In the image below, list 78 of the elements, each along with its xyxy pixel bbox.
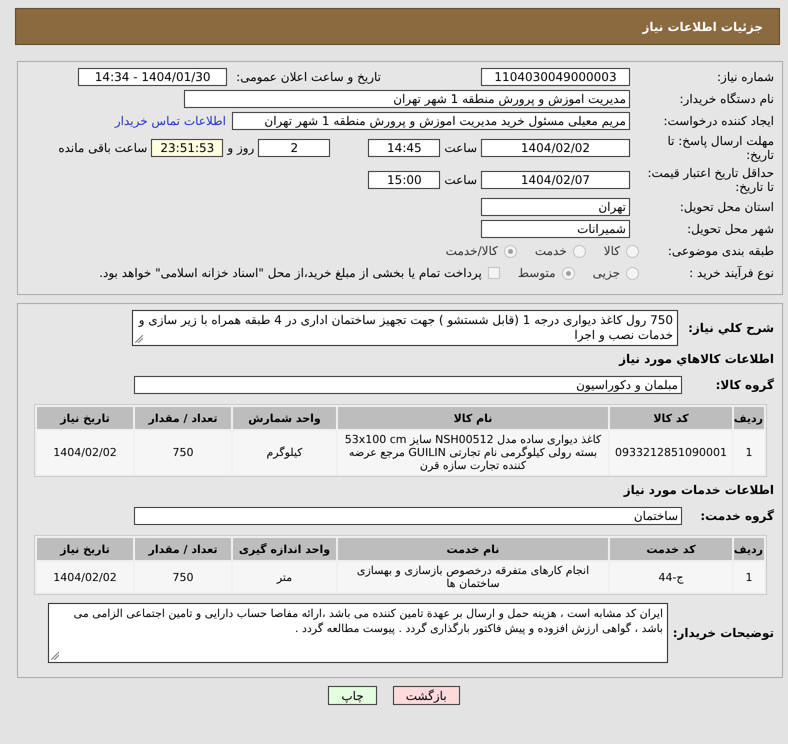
field-label: گروه خدمت: [699, 509, 774, 523]
buyer-notes-field[interactable]: ایران کد مشابه است ، هزینه حمل و ارسال بر عهدة تامین کننده می باشد ،ارائه مفاصا حساب دارایی و تامین اجتماعی الزامی می باشد ، گواهی ارزش افزوده و پیش فاکتور بارگذاری گردد . پیوست مطالعه گردد . [48, 603, 668, 663]
page-header: جزئیات اطلاعات نیاز [15, 8, 780, 45]
description-field[interactable]: 750 رول کاغذ دیواری درجه 1 (قابل شستشو ) جهت تجهیز ساختمان اداری در 4 طبقه همراه با زیر سازی و خدمات نصب و اجرا [132, 310, 678, 346]
column-header: کد خدمت [610, 538, 732, 560]
field-label: گروه کالا: [714, 378, 774, 392]
field-label: ساعت باقی مانده [58, 141, 148, 155]
radio-button[interactable] [572, 244, 586, 258]
buyer-org-field: مدیریت اموزش و پرورش منطقه 1 شهر تهران [184, 90, 630, 108]
city-field: شمیرانات [481, 220, 630, 238]
option-label: پرداخت تمام یا بخشی از مبلغ خرید،از محل "اسناد خزانه اسلامی" خواهد بود. [99, 266, 482, 280]
table-cell: 750 [135, 562, 231, 592]
field-label: طبقه بندی موضوعی: [666, 244, 774, 258]
option-label: جزیی [592, 266, 620, 280]
option-label: خدمت [534, 244, 567, 258]
column-header: تاریخ نیاز [37, 538, 133, 560]
column-header: تعداد / مقدار [135, 538, 231, 560]
radio-button[interactable] [504, 244, 517, 258]
goods-group-field: مبلمان و دکوراسیون [134, 376, 682, 394]
column-header: ردیف [734, 538, 764, 560]
remaining-time-field: 23:51:53 [151, 139, 224, 157]
column-header: تاریخ نیاز [37, 407, 133, 429]
table-cell: 0933212851090001 [610, 431, 732, 474]
field-label: روز و [227, 141, 254, 155]
field-label: ایجاد کننده درخواست: [662, 114, 774, 128]
need-number-field: 1104030049000003 [481, 68, 630, 86]
buyer-contact-link[interactable]: اطلاعات تماس خریدار [114, 114, 226, 128]
province-field: تهران [481, 198, 630, 216]
option-label: متوسط [518, 266, 556, 280]
radio-button[interactable] [626, 244, 639, 258]
field-label: استان محل تحویل: [678, 200, 774, 214]
checkbox[interactable] [488, 267, 500, 279]
field-label: ساعت [444, 173, 477, 187]
validity-date-field: 1404/02/07 [481, 171, 630, 189]
table-cell: کیلوگرم [233, 431, 336, 474]
field-label: نام دستگاه خریدار: [678, 92, 774, 106]
table-cell: متر [233, 562, 336, 592]
validity-time-field: 15:00 [368, 171, 440, 189]
section-title: اطلاعات خدمات مورد نیاز [622, 483, 774, 497]
field-label: مهلت ارسال پاسخ: تا تاریخ: [666, 134, 774, 162]
column-header: واحد شمارش [233, 407, 336, 429]
field-label: شرح كلي نياز: [687, 321, 774, 335]
option-label: کالا/خدمت [446, 244, 498, 258]
table-cell: ج-44 [610, 562, 732, 592]
field-label: تاریخ و ساعت اعلان عمومی: [236, 70, 381, 84]
field-label: حداقل تاریخ اعتبار قیمت: تا تاریخ: [646, 166, 774, 194]
table-cell: انجام کارهای متفرقه درخصوص بازسازی و بهسازی ساختمان ها [338, 562, 608, 592]
column-header: واحد اندازه گیری [233, 538, 336, 560]
service-group-field: ساختمان [134, 507, 682, 525]
table-cell: کاغذ دیواری ساده مدل NSH00512 سایز 53x100 cm بسته رولی کیلوگرمی نام تجارتی GUILIN مرجع عرضه کننده تجارت سازه قرن [338, 431, 608, 474]
section-title: اطلاعات كالاهاي مورد نياز [618, 352, 774, 366]
option-label: کالا [604, 244, 620, 258]
table-cell: 750 [135, 431, 231, 474]
deadline-date-field: 1404/02/02 [481, 139, 630, 157]
resize-grip-icon[interactable] [135, 335, 143, 343]
table-cell: 1404/02/02 [37, 562, 133, 592]
print-button[interactable]: چاپ [328, 686, 377, 705]
column-header: نام خدمت [338, 538, 608, 560]
resize-grip-icon[interactable] [51, 652, 59, 660]
radio-button[interactable] [562, 266, 575, 280]
field-label: ساعت [444, 141, 477, 155]
deadline-time-field: 14:45 [368, 139, 440, 157]
requester-field: مریم معیلی مسئول خرید مدیریت اموزش و پرورش منطقه 1 شهر تهران [232, 112, 630, 130]
announce-date-field: 1404/01/30 - 14:34 [78, 68, 228, 86]
table-cell: 1404/02/02 [37, 431, 133, 474]
days-field: 2 [258, 139, 330, 157]
column-header: کد کالا [610, 407, 732, 429]
field-label: شهر محل تحویل: [686, 222, 774, 236]
column-header: تعداد / مقدار [135, 407, 231, 429]
radio-button[interactable] [626, 266, 639, 280]
table-cell: 1 [734, 431, 764, 474]
field-label: نوع فرآیند خرید : [688, 266, 774, 280]
field-label: توضیحات خریدار: [676, 626, 774, 640]
back-button[interactable]: بازگشت [392, 686, 460, 705]
column-header: ردیف [734, 407, 764, 429]
table-cell: 1 [734, 562, 764, 592]
column-header: نام کالا [338, 407, 608, 429]
field-label: شماره نیاز: [716, 70, 774, 84]
